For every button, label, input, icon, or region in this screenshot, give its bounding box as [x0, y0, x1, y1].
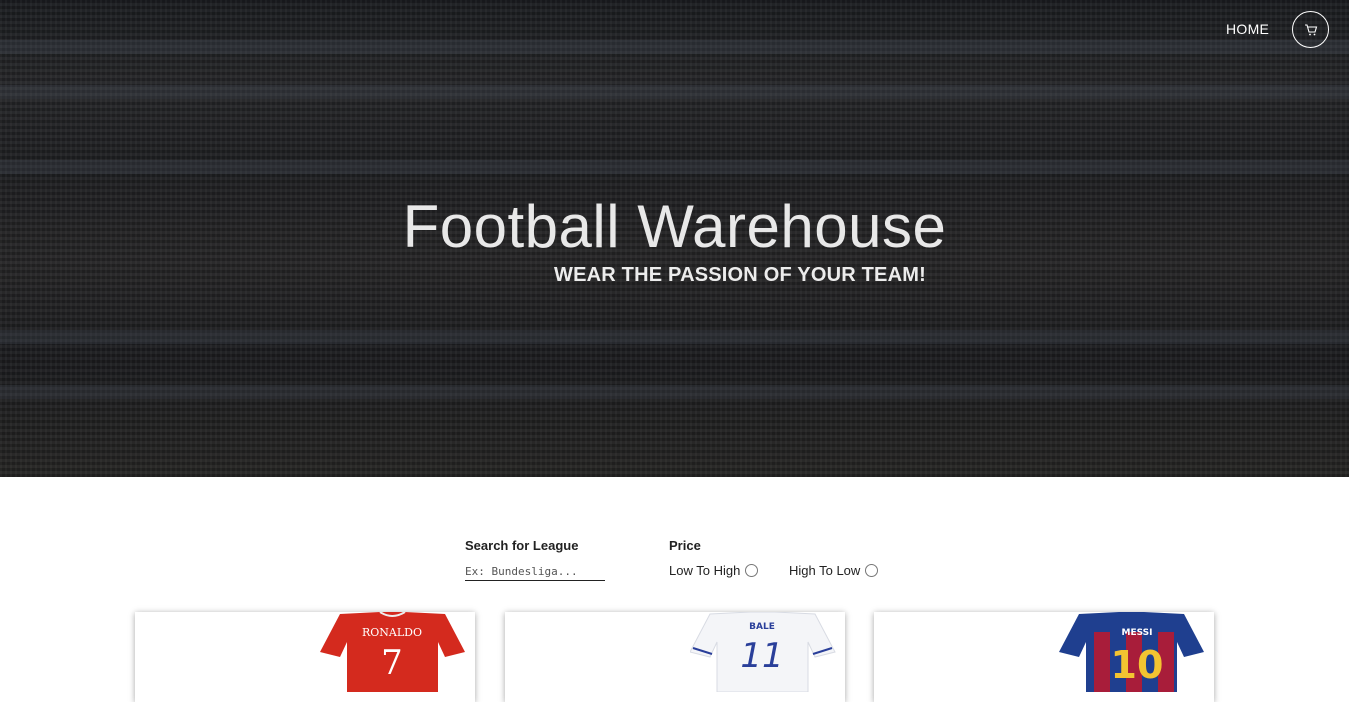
jersey-image: MESSI 10: [1059, 612, 1204, 692]
jersey-number: 11: [740, 636, 783, 676]
league-search-group: Search for League: [465, 538, 578, 553]
product-card[interactable]: BALE 11: [505, 612, 845, 702]
price-label: Price: [669, 538, 701, 553]
nav-home-link[interactable]: HOME: [1226, 21, 1269, 37]
hero-title: Football Warehouse: [402, 193, 947, 260]
jersey-number: 7: [381, 643, 403, 683]
product-card[interactable]: MESSI 10: [874, 612, 1214, 702]
sort-high-to-low-label: High To Low: [789, 563, 861, 578]
jersey-image: RONALDO 7: [320, 612, 465, 692]
hero-subtitle: WEAR THE PASSION OF YOUR TEAM!: [554, 264, 926, 286]
search-label: Search for League: [465, 538, 579, 553]
jersey-player-name: BALE: [749, 622, 775, 632]
league-search-input[interactable]: [465, 565, 605, 581]
sort-high-to-low-radio[interactable]: [865, 564, 879, 577]
jersey-player-name: RONALDO: [362, 626, 422, 639]
jersey-number: 10: [1111, 643, 1164, 687]
hero-banner: HOME Football Warehouse WEAR THE PASSION…: [0, 0, 1349, 477]
sort-high-to-low-option[interactable]: High To Low: [789, 563, 879, 578]
product-card[interactable]: RONALDO 7: [135, 612, 475, 702]
sort-low-to-high-option[interactable]: Low To High: [669, 563, 759, 578]
sort-low-to-high-radio[interactable]: [745, 564, 759, 577]
price-sort-group: Price: [669, 538, 701, 553]
sort-low-to-high-label: Low To High: [669, 563, 741, 578]
jersey-player-name: MESSI: [1121, 628, 1152, 638]
cart-icon: [1304, 23, 1317, 35]
jersey-image: BALE 11: [690, 612, 836, 692]
cart-button[interactable]: [1292, 11, 1329, 48]
